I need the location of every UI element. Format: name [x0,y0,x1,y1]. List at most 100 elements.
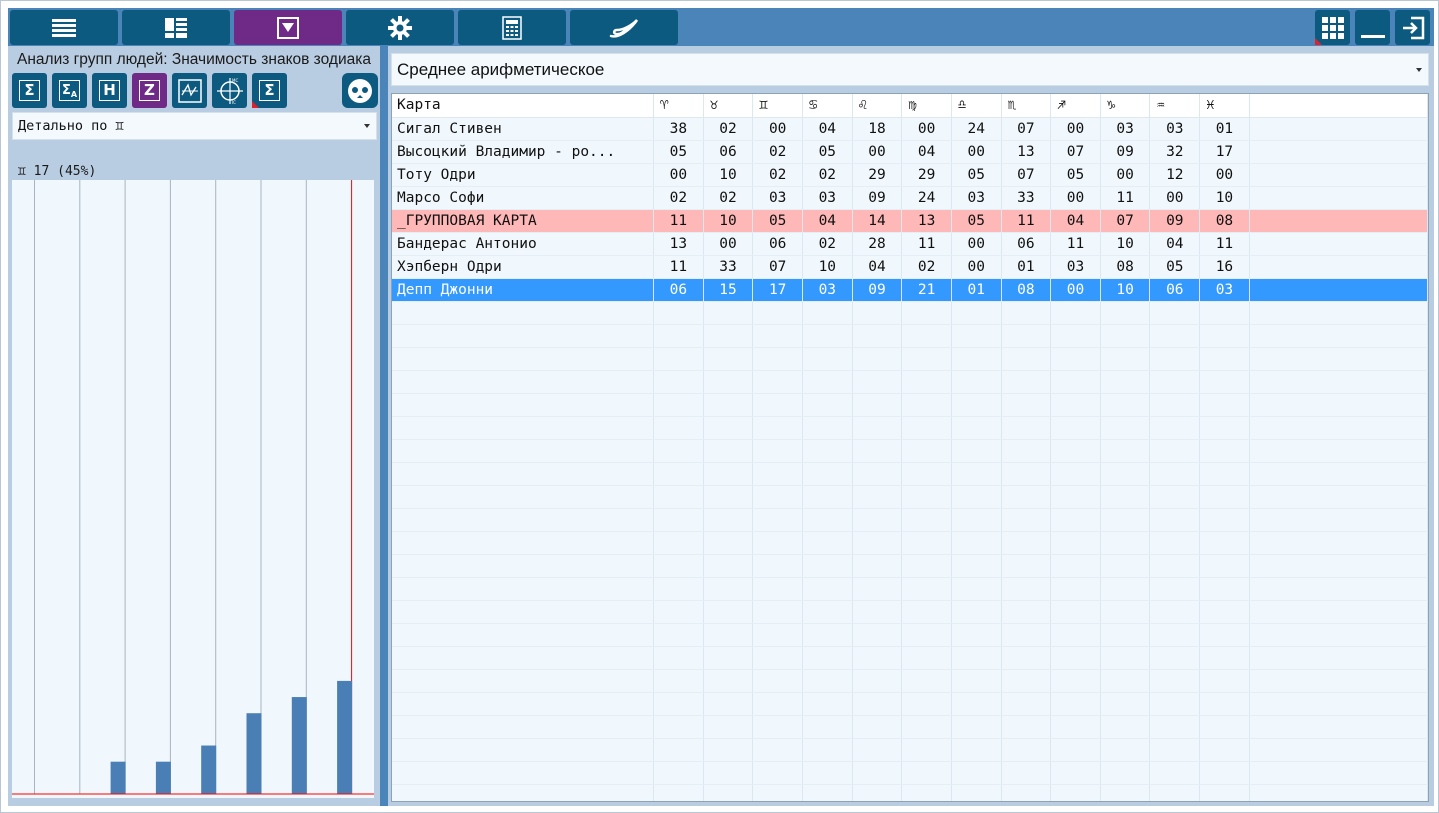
cell-value: 04 [852,255,903,279]
empty-cell [951,393,1002,417]
table-row[interactable]: Сигал Стивен 38 02 00 04 18 00 24 07 00 03 03 01 [392,117,1428,141]
sum-button[interactable]: Σ [12,73,47,108]
empty-cell [653,761,704,785]
table-row[interactable]: Тоту Одри 00 10 02 02 29 29 05 07 05 00 12 00 [392,163,1428,187]
empty-cell [653,554,704,578]
cell-value: 00 [951,232,1002,256]
empty-row [392,554,1428,578]
empty-cell [951,485,1002,509]
logo-button[interactable] [570,10,678,45]
calculator-button[interactable] [458,10,566,45]
empty-cell [1050,623,1101,647]
empty-cell [653,301,704,325]
svg-text:MC: MC [232,78,238,83]
column-header-sign[interactable]: ♍ [901,94,952,118]
layout-button[interactable] [122,10,230,45]
empty-cell [802,784,853,801]
aspect-button[interactable] [172,73,207,108]
table-row[interactable]: Марсо Софи 02 02 03 03 09 24 03 33 00 11 00 10 [392,186,1428,210]
empty-cell [852,301,903,325]
empty-cell [1199,531,1250,555]
table-row[interactable]: Хэпберн Одри 11 33 07 10 04 02 00 01 03 08 05 16 [392,255,1428,279]
layout-icon [165,17,187,38]
empty-cell [802,761,853,785]
empty-cell [852,370,903,394]
sum-table-button[interactable]: Σ [252,73,287,108]
empty-cell [951,692,1002,716]
zodiac-mode-button[interactable]: Z [132,73,167,108]
table-row[interactable]: Депп Джонни 06 15 17 03 09 21 01 08 00 10 06 03 [392,278,1428,302]
column-header-sign[interactable]: ♐ [1050,94,1101,118]
settings-button[interactable] [346,10,454,45]
empty-cell [901,738,952,762]
exit-button[interactable] [1395,10,1430,45]
table-row[interactable]: _ГРУППОВАЯ КАРТА 11 10 05 04 14 13 05 11 04 07 09 08 [392,209,1428,233]
empty-cell [1199,646,1250,670]
column-header-sign[interactable]: ♑ [1100,94,1151,118]
column-header-name[interactable]: Карта [392,94,655,118]
empty-cell [1001,577,1052,601]
empty-cell [703,577,754,601]
empty-cell [752,301,803,325]
chart-wheel-button[interactable]: MC IC [212,73,247,108]
empty-cell [852,600,903,624]
empty-cell [653,715,704,739]
cell-value: 10 [1100,232,1151,256]
mode-toggle-button[interactable] [342,73,378,108]
empty-cell [1001,370,1052,394]
cell-value: 02 [752,163,803,187]
calculator-icon [502,15,522,40]
menu-button[interactable] [10,10,118,45]
empty-cell [653,577,704,601]
h-mode-button[interactable]: H [92,73,127,108]
row-filler [1249,255,1428,279]
empty-cell [1001,416,1052,440]
empty-cell [1001,301,1052,325]
table-row[interactable]: Бандерас Антонио 13 00 06 02 28 11 00 06 11 10 04 11 [392,232,1428,256]
empty-cell [1050,439,1101,463]
dropdown-mode-button[interactable] [234,10,342,45]
empty-cell [901,715,952,739]
column-header-sign[interactable]: ♓ [1199,94,1250,118]
empty-cell [1149,623,1201,647]
column-header-sign[interactable]: ♌ [852,94,903,118]
empty-cell [802,439,853,463]
panel-splitter[interactable] [380,46,388,806]
h-icon: H [99,80,120,101]
column-header-sign[interactable]: ♈ [653,94,704,118]
cell-value: 29 [852,163,903,187]
column-header-sign[interactable]: ♒ [1149,94,1201,118]
analysis-panel: Анализ групп людей: Значимость знаков зо… [8,46,380,806]
empty-cell [1100,692,1151,716]
minimize-button[interactable] [1355,10,1390,45]
empty-cell [1050,784,1101,801]
empty-cell [852,577,903,601]
cell-value: 18 [852,117,903,141]
cell-value: 01 [951,278,1002,302]
empty-cell [802,508,853,532]
column-header-sign[interactable]: ♏ [1001,94,1052,118]
empty-cell [1050,347,1101,371]
empty-cell [1001,324,1052,348]
column-header-sign[interactable]: ♊ [752,94,803,118]
column-header-sign[interactable]: ♎ [951,94,1002,118]
detail-select[interactable]: Детально по ♊ [12,112,377,140]
cell-value: 00 [703,232,754,256]
cell-value: 07 [752,255,803,279]
apps-grid-button[interactable] [1315,10,1350,45]
sum-average-button[interactable]: ΣA [52,73,87,108]
empty-cell [703,646,754,670]
table-row[interactable]: Высоцкий Владимир - ро... 05 06 02 05 00 04 00 1… [392,140,1428,164]
cell-value: 10 [703,163,754,187]
column-header-sign[interactable]: ♋ [802,94,853,118]
empty-cell [901,669,952,693]
empty-cell [852,669,903,693]
row-filler [1249,117,1428,141]
column-header-sign[interactable]: ♉ [703,94,754,118]
empty-cell [901,439,952,463]
aggregation-select[interactable]: Среднее арифметическое [391,53,1429,86]
empty-cell [1149,715,1201,739]
empty-cell [1100,462,1151,486]
empty-cell [802,301,853,325]
empty-cell [1149,347,1201,371]
